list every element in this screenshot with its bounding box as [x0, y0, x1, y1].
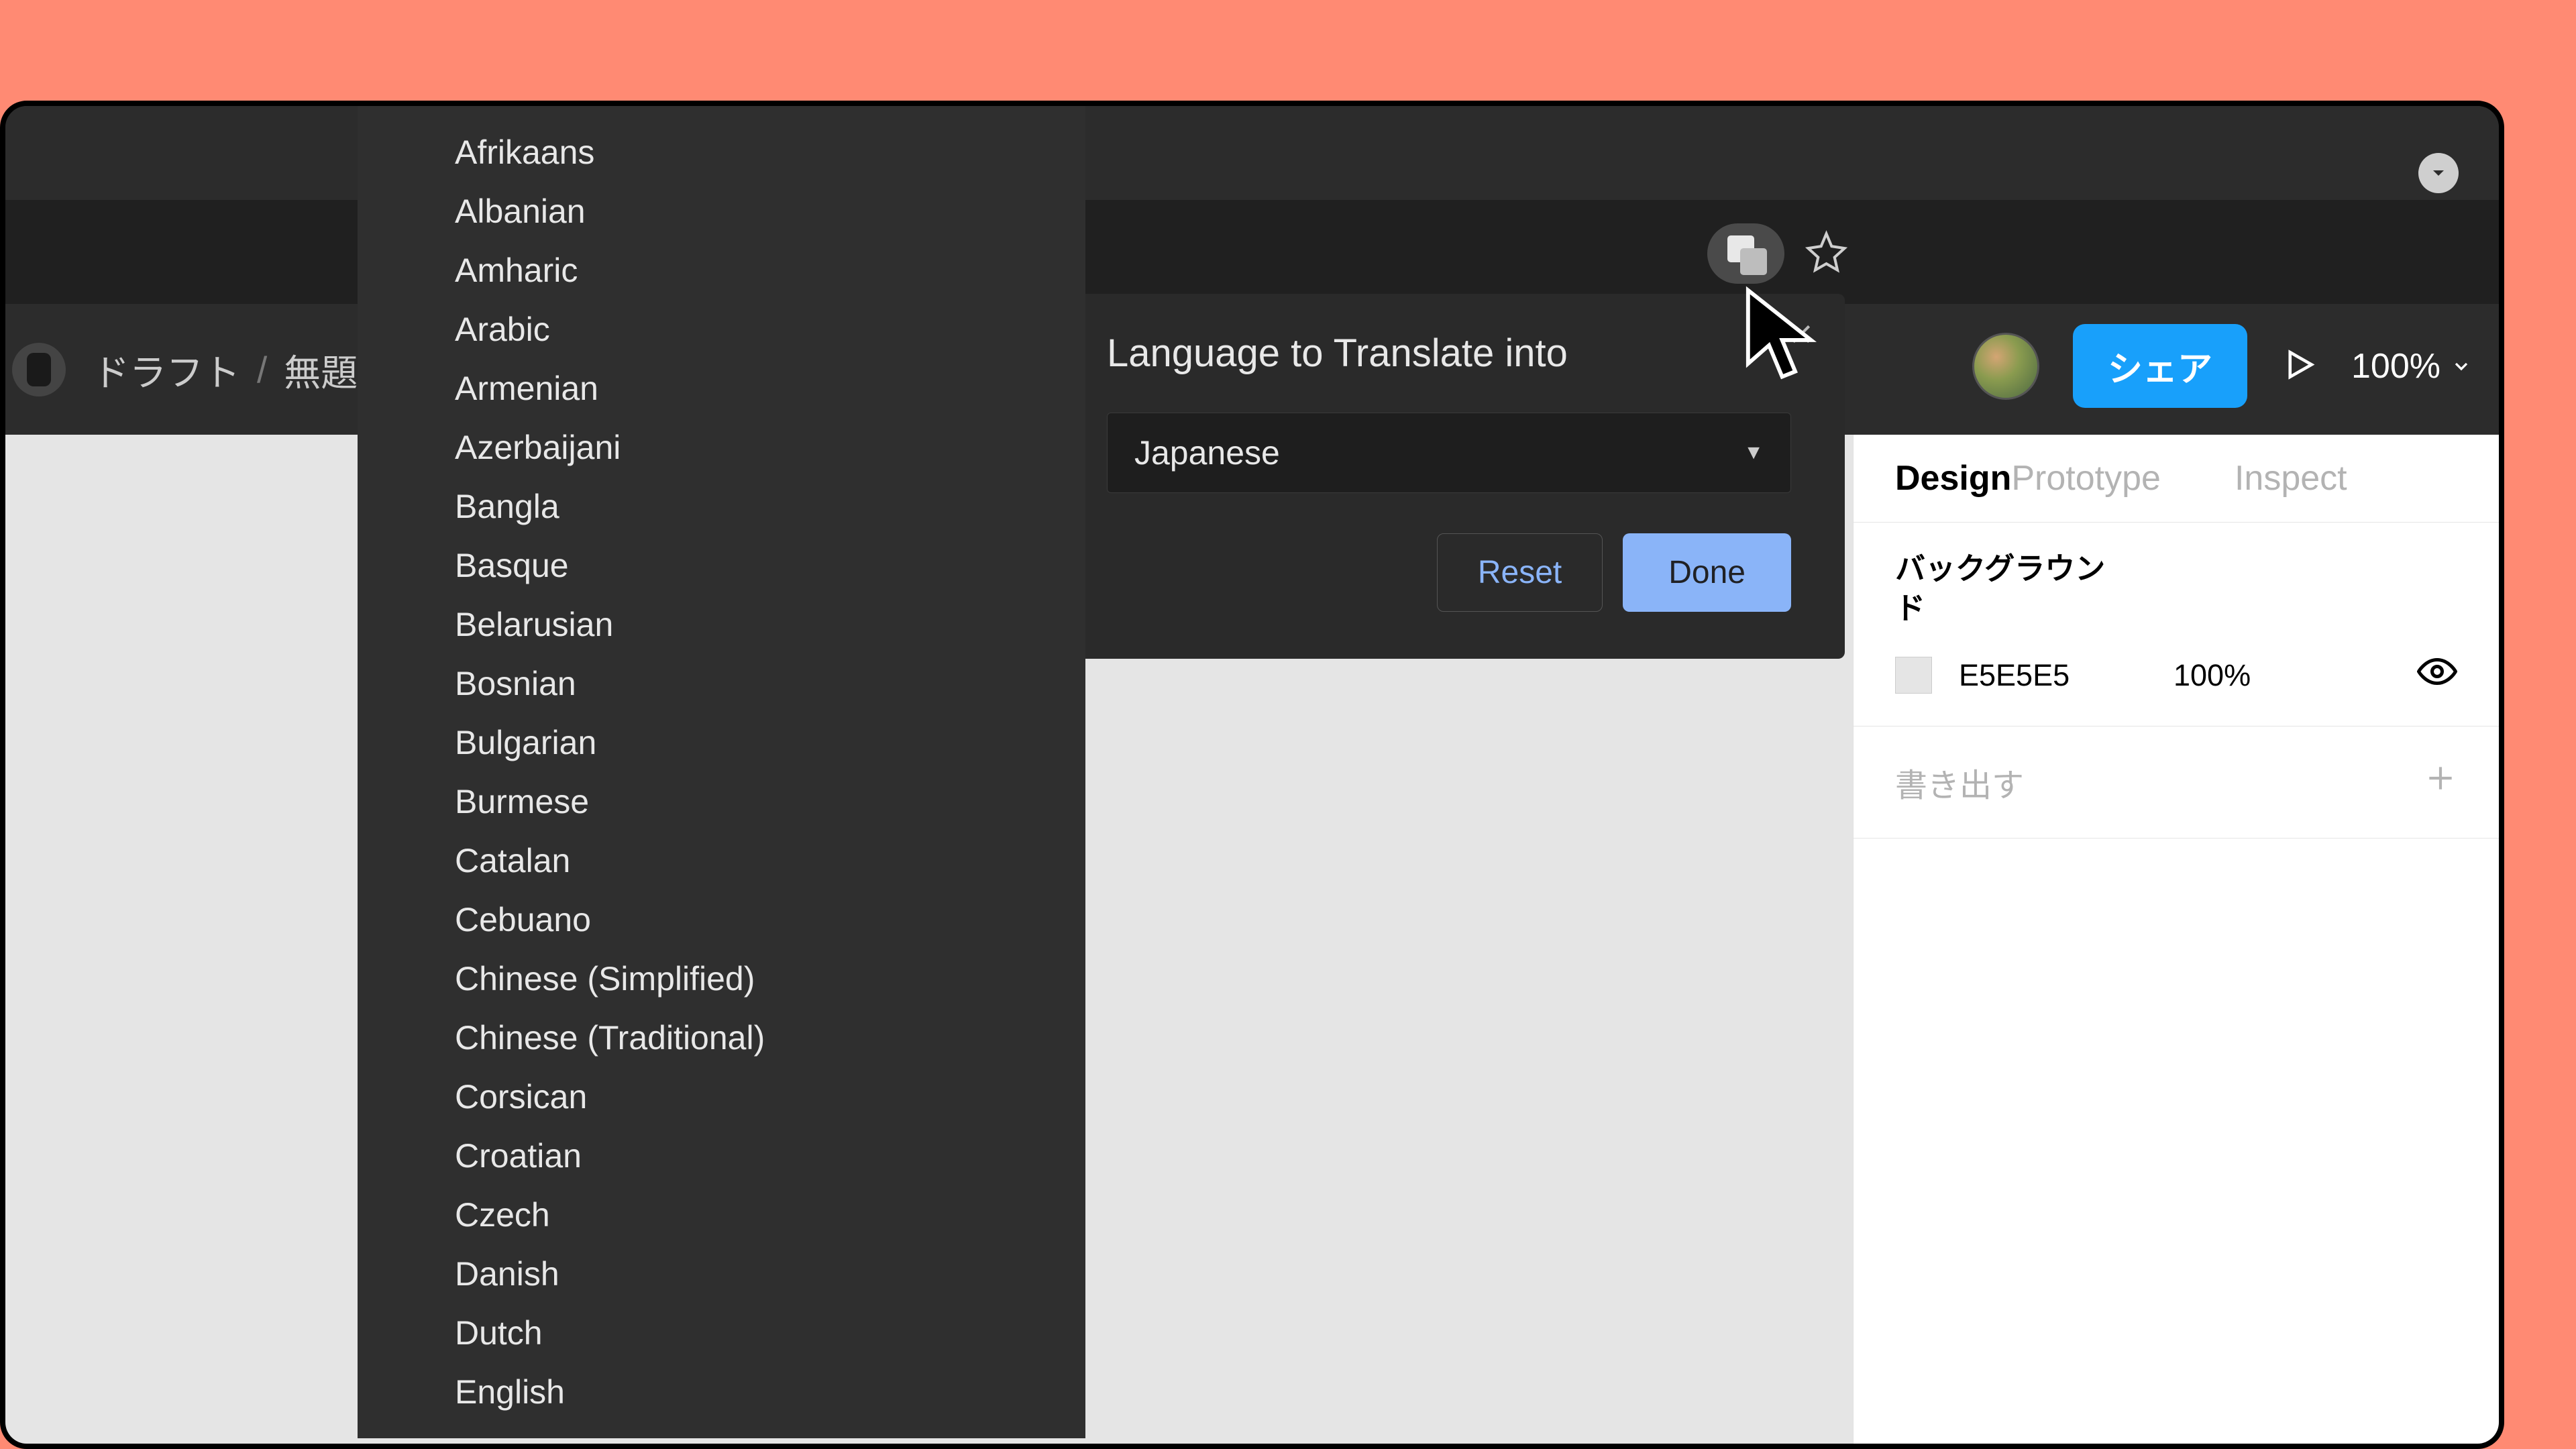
language-option[interactable]: Danish	[358, 1244, 1085, 1303]
breadcrumb-separator: /	[257, 348, 267, 391]
header-right: シェア 100%	[1972, 324, 2472, 408]
avatar[interactable]	[1972, 333, 2039, 400]
language-option[interactable]: Burmese	[358, 772, 1085, 831]
add-export-button[interactable]	[2424, 761, 2457, 803]
plus-icon	[2424, 761, 2457, 795]
language-option[interactable]: English	[358, 1362, 1085, 1421]
zoom-value: 100%	[2351, 346, 2440, 386]
language-option[interactable]: Dutch	[358, 1303, 1085, 1362]
cursor-icon	[1743, 284, 1827, 391]
properties-panel: Design Prototype Inspect バックグラウンド E5E5E5…	[1853, 435, 2499, 1444]
color-hex[interactable]: E5E5E5	[1959, 658, 2147, 693]
figma-logo[interactable]	[12, 343, 66, 396]
language-option[interactable]: Amharic	[358, 241, 1085, 300]
translate-icon	[1727, 235, 1764, 272]
language-option[interactable]: Arabic	[358, 300, 1085, 359]
tab-prototype[interactable]: Prototype	[2011, 458, 2161, 498]
chrome-menu-button[interactable]	[2418, 153, 2459, 193]
export-label: 書き出す	[1895, 759, 2024, 806]
panel-tabs: Design Prototype Inspect	[1854, 435, 2499, 522]
visibility-toggle[interactable]	[2417, 651, 2457, 699]
language-option[interactable]: Afrikaans	[358, 123, 1085, 182]
language-option[interactable]: Catalan	[358, 831, 1085, 890]
address-bar-icons	[1707, 223, 1848, 284]
language-option[interactable]: Armenian	[358, 359, 1085, 418]
language-option[interactable]: Basque	[358, 536, 1085, 595]
language-option[interactable]: Bangla	[358, 477, 1085, 536]
language-option[interactable]: Belarusian	[358, 595, 1085, 654]
breadcrumb-file-name[interactable]: 無題	[284, 343, 358, 396]
chevron-down-icon	[2428, 162, 2449, 184]
language-option[interactable]: Cebuano	[358, 890, 1085, 949]
language-option[interactable]: Azerbaijani	[358, 418, 1085, 477]
language-option[interactable]: Bosnian	[358, 654, 1085, 713]
language-option[interactable]: Corsican	[358, 1067, 1085, 1126]
reset-button[interactable]: Reset	[1437, 533, 1603, 612]
color-opacity[interactable]: 100%	[2174, 658, 2294, 693]
popover-buttons: Reset Done	[1107, 533, 1791, 612]
selected-language: Japanese	[1134, 433, 1280, 472]
app-window: ドラフト / 無題 シェア 100% Design Prototype Insp…	[0, 101, 2504, 1449]
bookmark-button[interactable]	[1805, 230, 1848, 277]
done-button[interactable]: Done	[1623, 533, 1791, 612]
background-row: E5E5E5 100%	[1895, 651, 2457, 699]
background-label: バックグラウンド	[1895, 549, 2123, 628]
share-button[interactable]: シェア	[2073, 324, 2247, 408]
background-section: バックグラウンド E5E5E5 100%	[1854, 522, 2499, 726]
star-icon	[1805, 230, 1848, 274]
tab-design[interactable]: Design	[1895, 458, 2011, 498]
language-option[interactable]: Chinese (Simplified)	[358, 949, 1085, 1008]
export-section: 書き出す	[1854, 726, 2499, 839]
chevron-down-icon	[2451, 356, 2472, 377]
language-option[interactable]: Chinese (Traditional)	[358, 1008, 1085, 1067]
language-option[interactable]: Albanian	[358, 182, 1085, 241]
language-option[interactable]: Czech	[358, 1185, 1085, 1244]
color-swatch[interactable]	[1895, 657, 1932, 694]
present-button[interactable]	[2281, 346, 2318, 386]
translate-button[interactable]	[1707, 223, 1784, 284]
zoom-control[interactable]: 100%	[2351, 346, 2472, 386]
language-dropdown[interactable]: Afrikaans Albanian Amharic Arabic Armeni…	[358, 106, 1085, 1438]
translate-popover: Language to Translate into Japanese ▼ Re…	[1053, 294, 1845, 659]
play-icon	[2281, 346, 2318, 383]
popover-title: Language to Translate into	[1107, 331, 1791, 376]
cursor	[1743, 284, 1827, 394]
breadcrumb: ドラフト / 無題	[93, 343, 358, 396]
breadcrumb-drafts[interactable]: ドラフト	[93, 343, 240, 396]
language-option[interactable]: Croatian	[358, 1126, 1085, 1185]
caret-down-icon: ▼	[1743, 441, 1764, 464]
tab-inspect[interactable]: Inspect	[2235, 458, 2347, 498]
language-select[interactable]: Japanese ▼	[1107, 413, 1791, 493]
eye-icon	[2417, 651, 2457, 692]
language-option[interactable]: Bulgarian	[358, 713, 1085, 772]
